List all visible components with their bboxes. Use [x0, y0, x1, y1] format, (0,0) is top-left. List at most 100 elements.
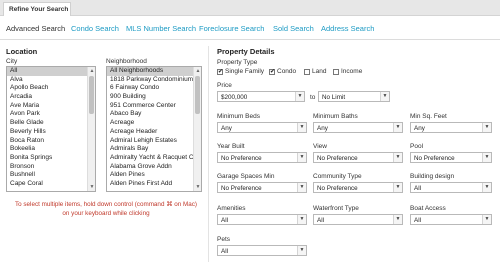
panel-divider — [208, 46, 209, 262]
property-type-label: Property Type — [217, 59, 258, 66]
minimum-beds-select[interactable]: Any ▼ — [217, 122, 307, 133]
list-option[interactable]: Alva — [7, 76, 95, 85]
list-option[interactable]: 951 Commerce Center — [107, 102, 201, 111]
city-scrollbar[interactable]: ▲ ▼ — [87, 67, 95, 191]
list-option[interactable]: Alabama Grove Addn — [107, 163, 201, 172]
tab-sold-search[interactable]: Sold Search — [273, 24, 314, 33]
checkbox-icon[interactable]: ✔ — [269, 68, 275, 75]
list-option[interactable]: Arcadia — [7, 93, 95, 102]
chevron-down-icon: ▼ — [393, 153, 402, 162]
list-option[interactable]: Boca Raton — [7, 137, 95, 146]
checkbox-label: Land — [312, 68, 327, 75]
chevron-down-icon: ▼ — [297, 123, 306, 132]
minimum-baths-label: Minimum Baths — [313, 113, 358, 120]
waterfront-type-select[interactable]: All ▼ — [313, 214, 403, 225]
view-label: View — [313, 143, 327, 150]
list-option[interactable]: Belle Glade — [7, 119, 95, 128]
select-value: Any — [317, 125, 328, 132]
list-option[interactable]: All — [7, 67, 95, 76]
list-option[interactable]: Ave Maria — [7, 102, 95, 111]
minimum-baths-select[interactable]: Any ▼ — [313, 122, 403, 133]
boat-access-select[interactable]: All ▼ — [410, 214, 492, 225]
select-value: Any — [221, 125, 232, 132]
checkbox-icon[interactable] — [304, 68, 310, 75]
price-min-select[interactable]: $200,000 ▼ — [217, 91, 305, 102]
garage-spaces-min-select[interactable]: No Preference ▼ — [217, 182, 307, 193]
checkbox-land[interactable]: Land — [304, 68, 326, 75]
help-line-1: To select multiple items, hold down cont… — [15, 201, 197, 208]
refine-search-tab[interactable]: Refine Your Search — [3, 2, 71, 16]
list-option[interactable]: All Neighborhoods — [107, 67, 201, 76]
min-sq-feet-select[interactable]: Any ▼ — [410, 122, 492, 133]
chevron-down-icon: ▼ — [295, 92, 304, 101]
checkbox-icon[interactable]: ✔ — [217, 68, 223, 75]
help-line-2: on your keyboard while clicking — [62, 210, 150, 217]
list-option[interactable]: Admirals Bay — [107, 145, 201, 154]
list-option[interactable]: Cape Coral — [7, 180, 95, 189]
header-bar: Refine Your Search — [0, 0, 500, 16]
amenities-select[interactable]: All ▼ — [217, 214, 307, 225]
neighborhood-scrollbar[interactable]: ▲ ▼ — [193, 67, 201, 191]
list-option[interactable]: Alden Pines — [107, 171, 201, 180]
checkbox-label: Condo — [277, 68, 297, 75]
scroll-thumb[interactable] — [195, 76, 200, 114]
list-option[interactable]: Admiralty Yacht & Racquet C — [107, 154, 201, 163]
building-design-label: Building design — [410, 173, 455, 180]
city-listbox[interactable]: All Alva Apollo Beach Arcadia Ave Maria Avon … — [6, 66, 96, 192]
list-option[interactable]: Bushnell — [7, 171, 95, 180]
list-option[interactable]: Bonita Springs — [7, 154, 95, 163]
select-value: No Preference — [414, 155, 455, 162]
amenities-label: Amenities — [217, 205, 246, 212]
chevron-down-icon: ▼ — [482, 123, 491, 132]
list-option[interactable]: Alden Pines First Add — [107, 180, 201, 189]
pool-select[interactable]: No Preference ▼ — [410, 152, 492, 163]
checkbox-income[interactable]: Income — [333, 68, 362, 75]
checkbox-icon[interactable] — [333, 68, 339, 75]
pool-label: Pool — [410, 143, 424, 150]
list-option[interactable]: Acreage Header — [107, 128, 201, 137]
minimum-beds-label: Minimum Beds — [217, 113, 260, 120]
list-option[interactable]: Abaco Bay — [107, 110, 201, 119]
community-type-label: Community Type — [313, 173, 362, 180]
checkbox-condo[interactable]: ✔ Condo — [269, 68, 296, 75]
select-value: All — [221, 248, 228, 255]
list-option[interactable]: Apollo Beach — [7, 84, 95, 93]
neighborhood-listbox[interactable]: All Neighborhoods 1818 Parkway Condominiu… — [106, 66, 202, 192]
chevron-down-icon: ▼ — [482, 183, 491, 192]
tab-address-search[interactable]: Address Search — [321, 24, 374, 33]
year-built-select[interactable]: No Preference ▼ — [217, 152, 307, 163]
scroll-down-icon[interactable]: ▼ — [89, 184, 95, 190]
tab-advanced-search[interactable]: Advanced Search — [6, 24, 65, 33]
list-option[interactable]: 1818 Parkway Condominium — [107, 76, 201, 85]
list-option[interactable]: Avon Park — [7, 110, 95, 119]
building-design-select[interactable]: All ▼ — [410, 182, 492, 193]
select-value: All — [414, 217, 421, 224]
checkbox-single-family[interactable]: ✔ Single Family — [217, 68, 264, 75]
list-option[interactable]: 6 Fairway Condo — [107, 84, 201, 93]
select-value: No Preference — [317, 185, 358, 192]
select-value: No Preference — [221, 155, 262, 162]
scroll-up-icon[interactable]: ▲ — [89, 68, 95, 74]
tab-condo-search[interactable]: Condo Search — [71, 24, 119, 33]
list-option[interactable]: Bokeelia — [7, 145, 95, 154]
price-max-select[interactable]: No Limit ▼ — [318, 91, 390, 102]
scroll-up-icon[interactable]: ▲ — [195, 68, 201, 74]
community-type-select[interactable]: No Preference ▼ — [313, 182, 403, 193]
chevron-down-icon: ▼ — [393, 123, 402, 132]
tab-mls-number-search[interactable]: MLS Number Search — [126, 24, 196, 33]
pets-select[interactable]: All ▼ — [217, 245, 307, 256]
list-option[interactable]: Beverly Hills — [7, 128, 95, 137]
scroll-thumb[interactable] — [89, 76, 94, 114]
list-option[interactable]: Bronson — [7, 163, 95, 172]
select-value: All — [221, 217, 228, 224]
tab-foreclosure-search[interactable]: Foreclosure Search — [199, 24, 264, 33]
select-value: No Preference — [221, 185, 262, 192]
property-details-title: Property Details — [217, 47, 275, 56]
scroll-down-icon[interactable]: ▼ — [195, 184, 201, 190]
list-option[interactable]: Admiral Lehigh Estates — [107, 137, 201, 146]
list-option[interactable]: 900 Building — [107, 93, 201, 102]
price-to-label: to — [310, 94, 316, 101]
view-select[interactable]: No Preference ▼ — [313, 152, 403, 163]
chevron-down-icon: ▼ — [393, 215, 402, 224]
list-option[interactable]: Acreage — [107, 119, 201, 128]
